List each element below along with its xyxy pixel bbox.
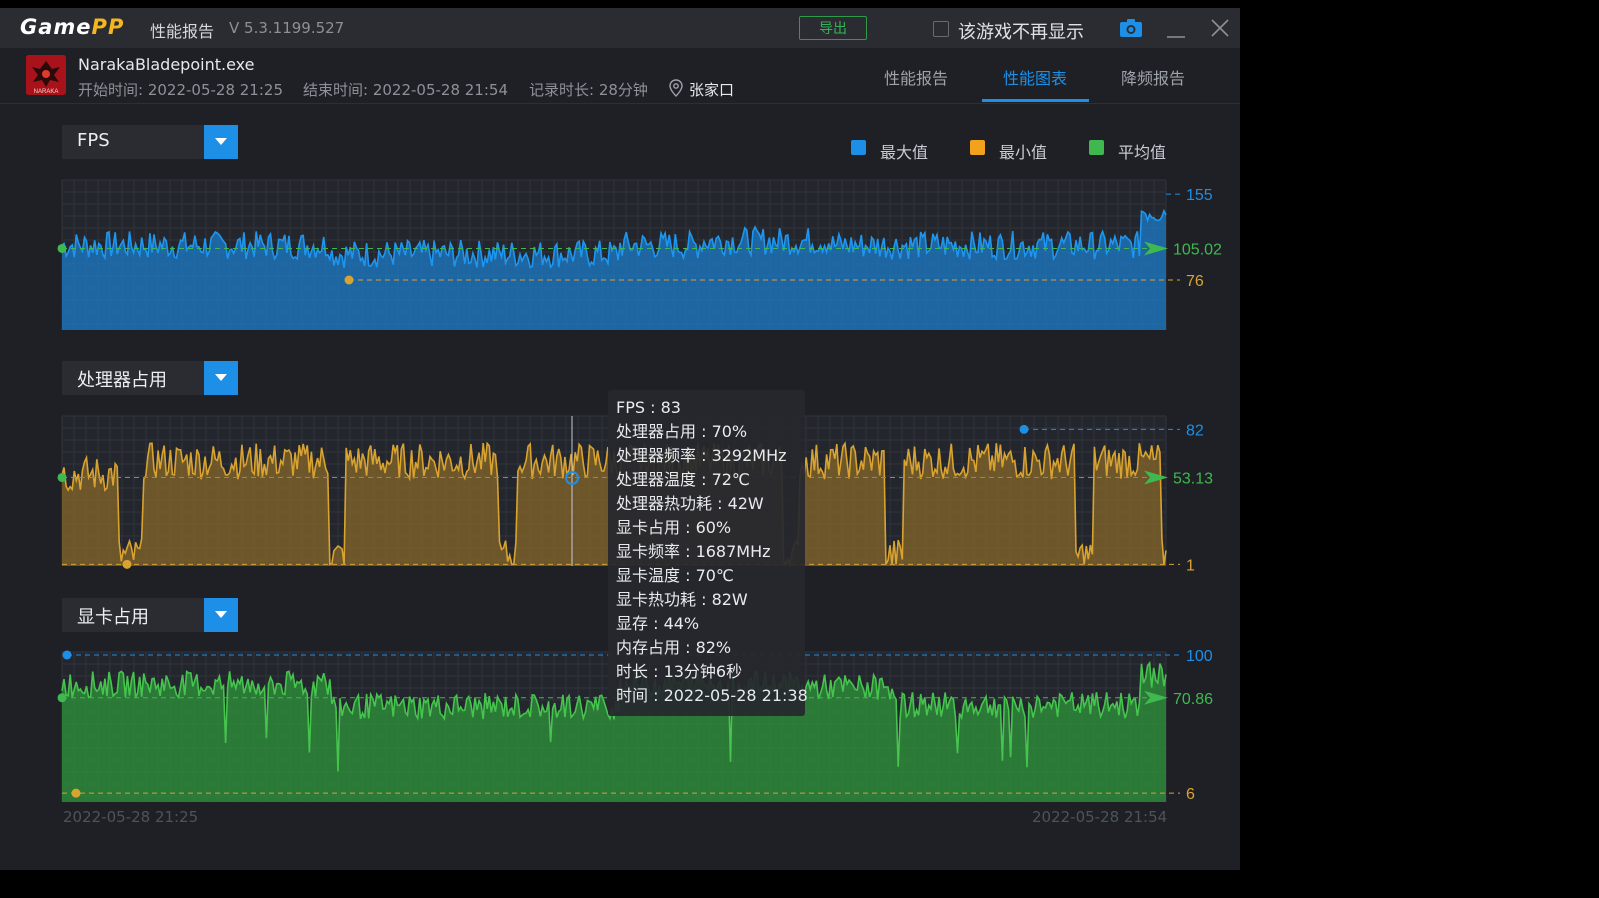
tooltip-line: 时长 : 13分钟6秒 xyxy=(616,662,743,681)
cpu-min-label: 1 xyxy=(1186,557,1195,574)
metric-selector-gpu[interactable]: 显卡占用 xyxy=(62,598,238,632)
metric-selector-fps[interactable]: FPS xyxy=(62,125,238,159)
tooltip-line: 处理器占用 : 70% xyxy=(616,422,748,441)
fps-avg-label: 105.02 xyxy=(1173,241,1222,258)
cpu-max-dot xyxy=(1019,424,1029,434)
tooltip-line: 显卡频率 : 1687MHz xyxy=(616,542,771,561)
tooltip-line: 内存占用 : 82% xyxy=(616,638,732,657)
fps-avg-dot xyxy=(57,243,67,253)
gpu-max-dot xyxy=(62,650,72,660)
app-window: GamePP 性能报告 V 5.3.1199.527 导出 该游戏不再显示 NA… xyxy=(0,8,1240,870)
fps-min-dot xyxy=(344,275,354,285)
tooltip-line: 处理器频率 : 3292MHz xyxy=(616,446,787,465)
cpu-avg-dot xyxy=(57,472,67,482)
dropdown-button[interactable] xyxy=(204,125,238,159)
fps-min-label: 76 xyxy=(1186,273,1204,290)
chevron-down-icon xyxy=(215,374,227,381)
tooltip-line: FPS : 83 xyxy=(616,398,681,417)
x-axis-start: 2022-05-28 21:25 xyxy=(63,808,199,826)
x-axis-end: 2022-05-28 21:54 xyxy=(1032,808,1168,826)
cpu-max-label: 82 xyxy=(1186,422,1204,439)
tooltip-line: 处理器热功耗 : 42W xyxy=(616,494,764,513)
chevron-down-icon xyxy=(215,611,227,618)
gpu-max-label: 100 xyxy=(1186,648,1213,665)
metric-selector-label: FPS xyxy=(77,130,110,151)
cpu-min-dot xyxy=(122,559,132,569)
tooltip-line: 处理器温度 : 72℃ xyxy=(616,470,750,489)
cpu-avg-label: 53.13 xyxy=(1173,470,1213,487)
metric-selector-label: 处理器占用 xyxy=(77,370,167,391)
metric-selector-label: 显卡占用 xyxy=(77,607,149,628)
tooltip-line: 显卡温度 : 70℃ xyxy=(616,566,734,585)
chevron-down-icon xyxy=(215,138,227,145)
dropdown-button[interactable] xyxy=(204,361,238,395)
tooltip-line: 显卡占用 : 60% xyxy=(616,518,732,537)
dropdown-button[interactable] xyxy=(204,598,238,632)
tooltip-line: 显存 : 44% xyxy=(616,614,700,633)
tooltip-line: 显卡热功耗 : 82W xyxy=(616,590,748,609)
data-tooltip: FPS : 83 处理器占用 : 70% 处理器频率 : 3292MHz 处理器温度 … xyxy=(608,390,808,716)
gpu-avg-dot xyxy=(57,693,67,703)
gpu-min-dot xyxy=(71,788,81,798)
metric-selector-cpu[interactable]: 处理器占用 xyxy=(62,361,238,395)
fps-max-label: 155 xyxy=(1186,187,1213,204)
tooltip-line: 时间 : 2022-05-28 21:38 xyxy=(616,686,808,705)
gpu-min-label: 6 xyxy=(1186,786,1195,803)
gpu-avg-label: 70.86 xyxy=(1173,691,1213,708)
